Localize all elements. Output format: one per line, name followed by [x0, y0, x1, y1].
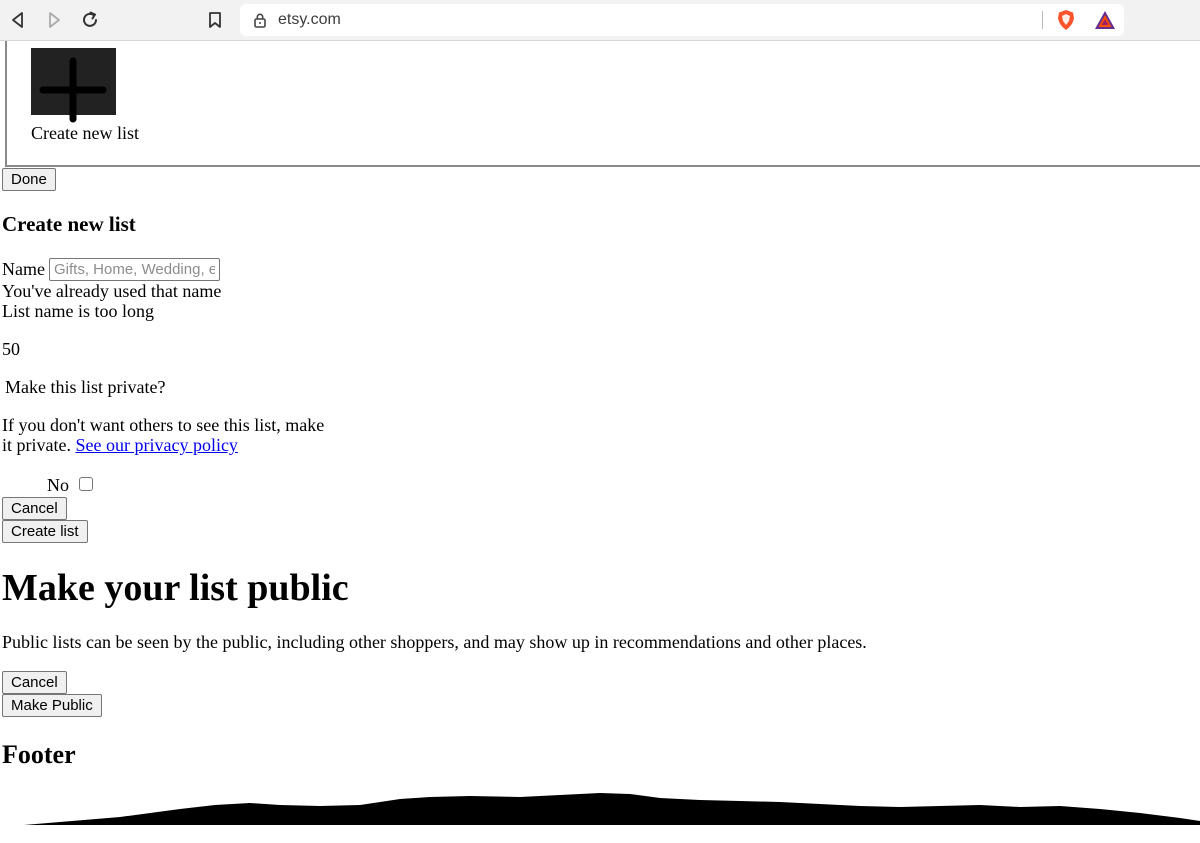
make-public-button[interactable]: Make Public — [2, 694, 102, 717]
browser-toolbar: etsy.com — [0, 0, 1200, 41]
brave-shield-icon[interactable] — [1056, 9, 1076, 31]
make-public-cancel-button[interactable]: Cancel — [2, 671, 67, 694]
list-name-input[interactable] — [49, 258, 220, 281]
reload-icon[interactable] — [80, 10, 100, 30]
forward-icon[interactable] — [44, 10, 64, 30]
private-help-line-1: If you don't want others to see this lis… — [2, 415, 325, 435]
bat-rewards-icon[interactable] — [1094, 10, 1116, 30]
make-public-heading: Make your list public — [2, 567, 349, 609]
bookmark-icon[interactable] — [205, 10, 225, 30]
back-icon[interactable] — [8, 10, 28, 30]
cancel-button[interactable]: Cancel — [2, 497, 67, 520]
name-label: Name — [2, 259, 45, 279]
plus-icon — [39, 57, 107, 123]
private-checkbox[interactable] — [79, 477, 93, 491]
address-bar-divider — [1042, 11, 1043, 29]
private-question: Make this list private? — [5, 377, 166, 397]
make-public-description: Public lists can be seen by the public, … — [2, 632, 867, 652]
create-list-button[interactable]: Create list — [2, 520, 88, 543]
create-new-list-caption[interactable]: Create new list — [31, 123, 139, 144]
create-new-list-tile[interactable] — [31, 48, 116, 123]
lock-icon — [254, 13, 266, 28]
private-help-text: it private. — [2, 435, 76, 455]
create-list-heading: Create new list — [2, 212, 136, 236]
privacy-policy-link[interactable]: See our privacy policy — [75, 435, 237, 455]
footer-heading: Footer — [2, 740, 76, 769]
url-text[interactable]: etsy.com — [278, 11, 341, 29]
private-toggle-label: No — [47, 475, 69, 495]
address-bar[interactable]: etsy.com — [240, 4, 1124, 36]
name-too-long-error: List name is too long — [2, 301, 154, 321]
footer-mountain-illustration — [24, 793, 1200, 825]
done-button[interactable]: Done — [2, 168, 56, 191]
character-limit: 50 — [2, 339, 20, 359]
duplicate-name-error: You've already used that name — [2, 281, 222, 301]
lists-panel: Create new list — [5, 41, 1200, 167]
private-help-line-2: it private. See our privacy policy — [2, 435, 238, 456]
